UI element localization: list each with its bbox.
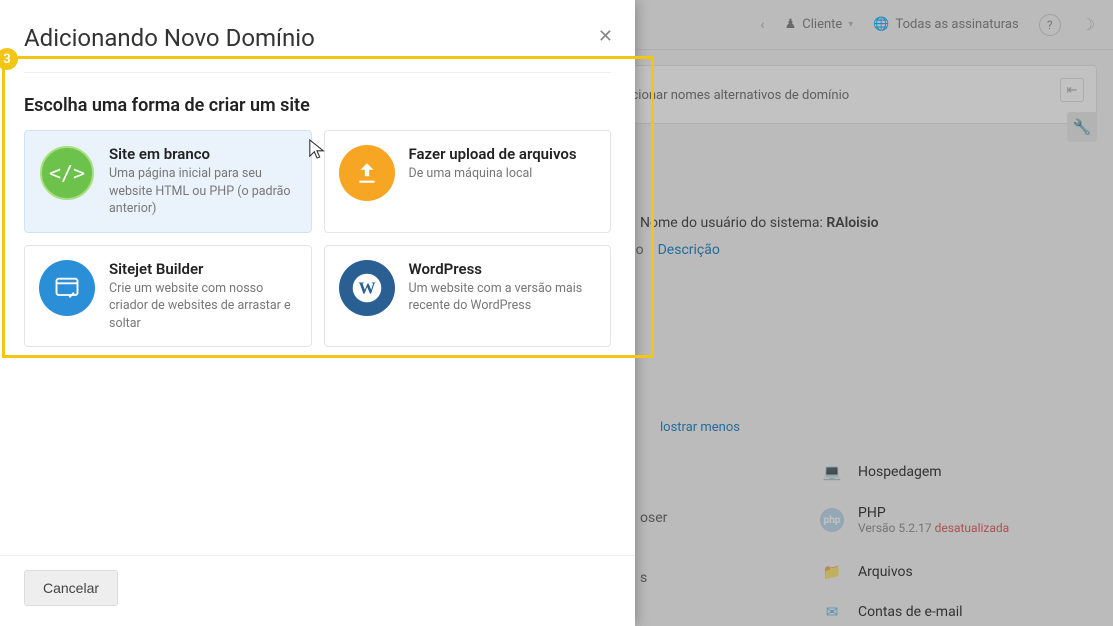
card-wordpress-title: WordPress bbox=[409, 260, 597, 278]
card-blank-site[interactable]: </> Site em branco Uma página inicial pa… bbox=[24, 130, 312, 233]
blank-site-icon: </> bbox=[39, 145, 95, 201]
add-domain-modal: Adicionando Novo Domínio ✕ Escolha uma f… bbox=[0, 0, 635, 626]
card-upload-desc: De uma máquina local bbox=[409, 165, 577, 183]
card-blank-title: Site em branco bbox=[109, 145, 297, 163]
card-blank-desc: Uma página inicial para seu website HTML… bbox=[109, 165, 297, 218]
modal-title: Adicionando Novo Domínio bbox=[24, 24, 611, 52]
svg-text:W: W bbox=[358, 278, 375, 297]
close-icon[interactable]: ✕ bbox=[598, 26, 613, 47]
option-grid: </> Site em branco Uma página inicial pa… bbox=[24, 130, 611, 347]
divider bbox=[24, 72, 611, 73]
upload-icon bbox=[339, 145, 395, 201]
wordpress-icon: W bbox=[339, 260, 395, 316]
sitejet-icon bbox=[39, 260, 95, 316]
card-upload-files[interactable]: Fazer upload de arquivos De uma máquina … bbox=[324, 130, 612, 233]
card-upload-title: Fazer upload de arquivos bbox=[409, 145, 577, 163]
card-wordpress[interactable]: W WordPress Um website com a versão mais… bbox=[324, 245, 612, 348]
svg-text:</>: </> bbox=[49, 161, 85, 185]
card-sitejet-title: Sitejet Builder bbox=[109, 260, 297, 278]
card-wordpress-desc: Um website com a versão mais recente do … bbox=[409, 280, 597, 315]
card-sitejet-desc: Crie um website com nosso criador de web… bbox=[109, 280, 297, 333]
modal-footer: Cancelar bbox=[0, 555, 635, 626]
cancel-button[interactable]: Cancelar bbox=[24, 570, 118, 606]
card-sitejet[interactable]: Sitejet Builder Crie um website com noss… bbox=[24, 245, 312, 348]
section-heading: Escolha uma forma de criar um site bbox=[24, 95, 611, 116]
